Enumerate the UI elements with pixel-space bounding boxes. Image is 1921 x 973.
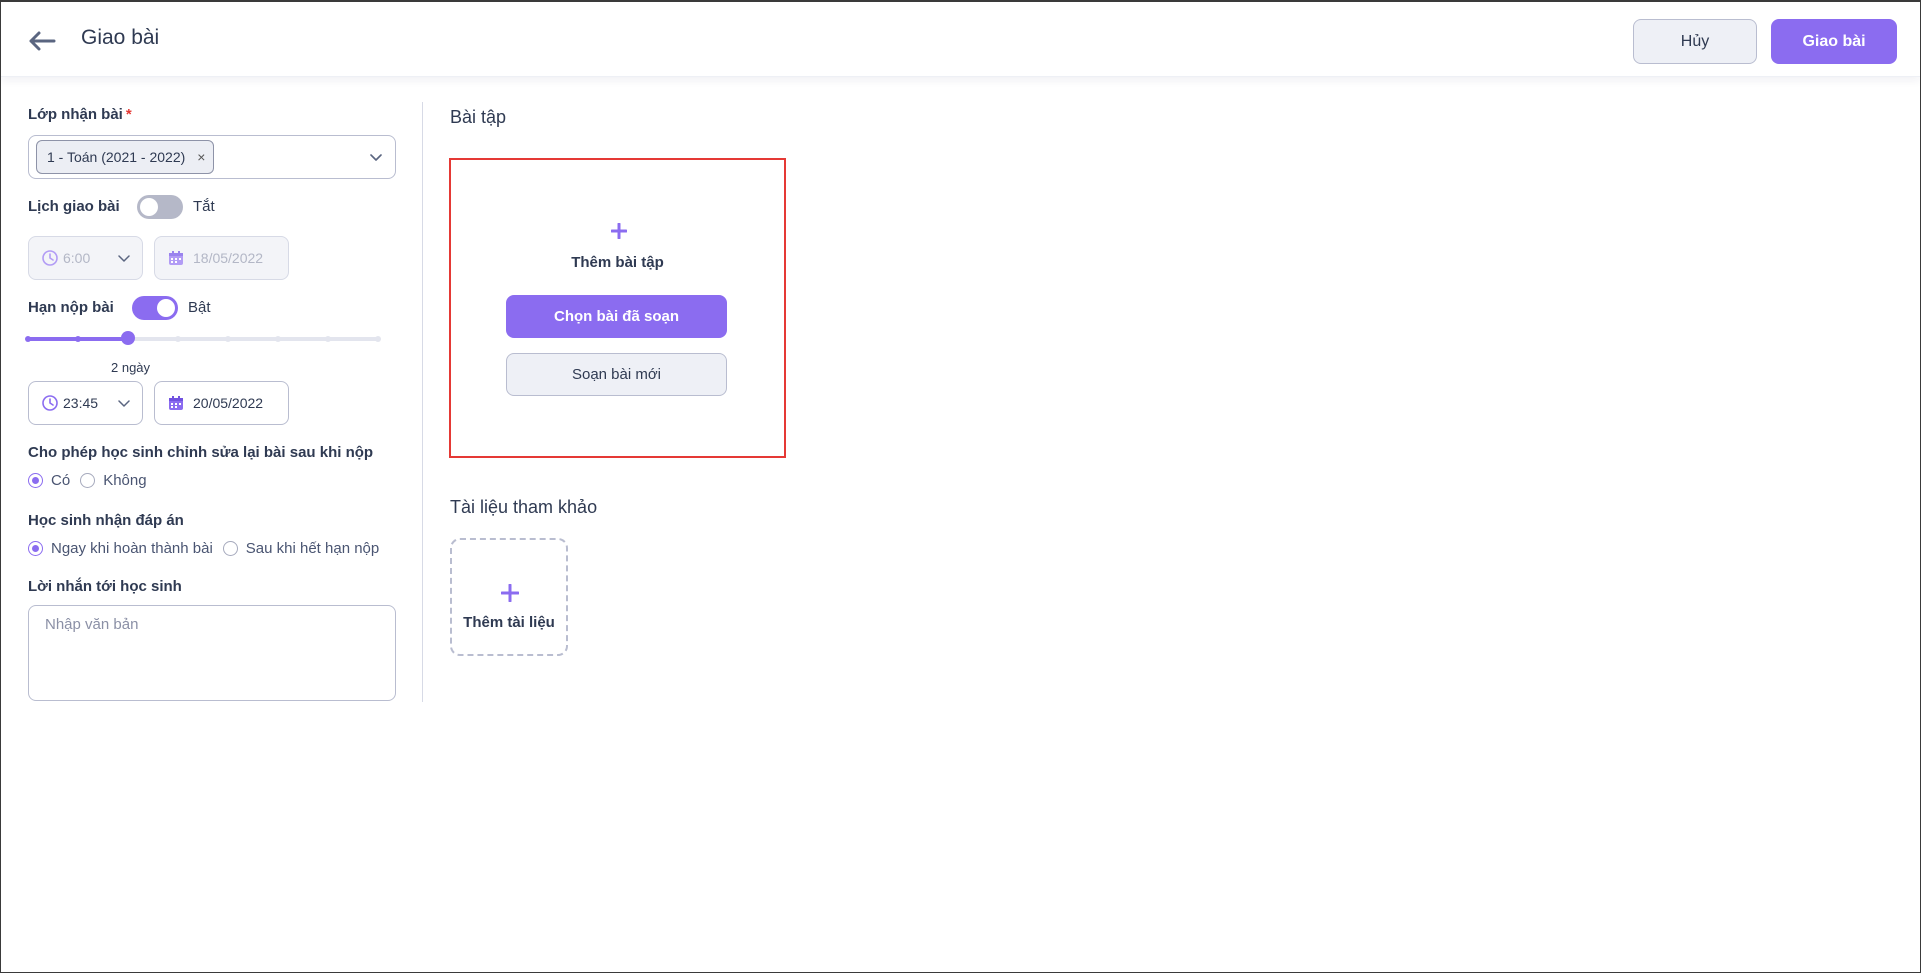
answer-release-options: Ngay khi hoàn thành bài Sau khi hết hạn … [28,540,389,557]
slider-tick [25,336,31,342]
cancel-button[interactable]: Hủy [1633,19,1757,64]
radio-label: Không [103,472,147,489]
answer-release-option-immediate[interactable]: Ngay khi hoàn thành bài [28,540,213,557]
allow-edit-option-yes[interactable]: Có [28,472,70,489]
deadline-label: Hạn nộp bài [28,299,114,316]
deadline-time-select[interactable]: 23:45 [28,381,143,425]
back-button[interactable] [25,26,59,56]
calendar-icon [167,394,185,412]
column-divider [422,102,423,702]
allow-edit-option-no[interactable]: Không [80,472,147,489]
references-section-title: Tài liệu tham khảo [450,497,598,517]
deadline-slider[interactable] [25,331,381,345]
radio-label: Ngay khi hoàn thành bài [51,540,213,557]
clock-icon [41,394,59,412]
add-exercise-panel: Thêm bài tập Chọn bài đã soạn Soạn bài m… [449,158,786,458]
schedule-time-select[interactable]: 6:00 [28,236,143,280]
deadline-date-picker[interactable]: 20/05/2022 [154,381,289,425]
slider-tick [175,336,181,342]
allow-edit-options: Có Không [28,472,157,489]
app-frame: Giao bài Hủy Giao bài Lớp nhận bài * 1 - … [0,0,1921,973]
radio-button[interactable] [28,541,43,556]
add-exercise-label: Thêm bài tập [571,254,664,271]
schedule-date-picker[interactable]: 18/05/2022 [154,236,289,280]
class-label: Lớp nhận bài * [28,106,132,123]
plus-icon [611,223,627,239]
radio-button[interactable] [222,541,238,556]
slider-tick [375,336,381,342]
page-title: Giao bài [81,26,160,49]
deadline-time-value: 23:45 [63,395,99,411]
deadline-date-value: 20/05/2022 [193,395,264,411]
create-new-button[interactable]: Soạn bài mới [506,353,727,396]
arrow-left-icon [29,31,56,51]
allow-edit-label: Cho phép học sinh chỉnh sửa lại bài sau … [28,444,374,461]
message-textarea[interactable] [28,605,396,701]
slider-tick [325,336,331,342]
schedule-label: Lịch giao bài [28,198,120,215]
add-reference-label: Thêm tài liệu [463,614,555,631]
top-bar: Giao bài Hủy Giao bài [1,2,1920,77]
answer-release-label: Học sinh nhận đáp án [28,512,184,529]
slider-tick [225,336,231,342]
slider-thumb[interactable] [121,331,135,345]
schedule-toggle[interactable] [137,195,183,219]
radio-button[interactable] [80,473,96,488]
toggle-knob [157,299,175,317]
slider-tick [275,336,281,342]
schedule-date-value: 18/05/2022 [193,250,264,266]
message-label: Lời nhắn tới học sinh [28,578,182,595]
toggle-knob [140,198,158,216]
radio-label: Có [51,472,71,489]
exercises-section-title: Bài tập [450,107,507,127]
add-reference-button[interactable]: Thêm tài liệu [450,538,568,656]
chevron-down-icon [118,255,130,262]
chevron-down-icon [118,400,130,407]
class-label-text: Lớp nhận bài [28,106,123,123]
slider-value-label: 2 ngày [111,360,151,375]
choose-existing-button[interactable]: Chọn bài đã soạn [506,295,727,338]
schedule-state-text: Tắt [193,198,215,215]
answer-release-option-after-deadline[interactable]: Sau khi hết hạn nộp [222,540,380,557]
deadline-state-text: Bật [188,299,211,316]
clock-icon [41,249,59,267]
calendar-icon [167,249,185,267]
schedule-time-value: 6:00 [63,250,91,266]
plus-icon [501,584,519,602]
required-mark: * [125,106,132,123]
radio-button[interactable] [28,473,43,488]
slider-tick [75,336,81,342]
chevron-down-icon[interactable] [367,148,385,166]
selected-class-chip: 1 - Toán (2021 - 2022) × [36,140,215,174]
class-select[interactable]: 1 - Toán (2021 - 2022) × [28,135,396,179]
radio-label: Sau khi hết hạn nộp [245,540,380,557]
assign-button[interactable]: Giao bài [1771,19,1897,64]
selected-class-text: 1 - Toán (2021 - 2022) [47,149,186,165]
deadline-toggle[interactable] [132,296,178,320]
remove-class-icon[interactable]: × [197,149,205,165]
